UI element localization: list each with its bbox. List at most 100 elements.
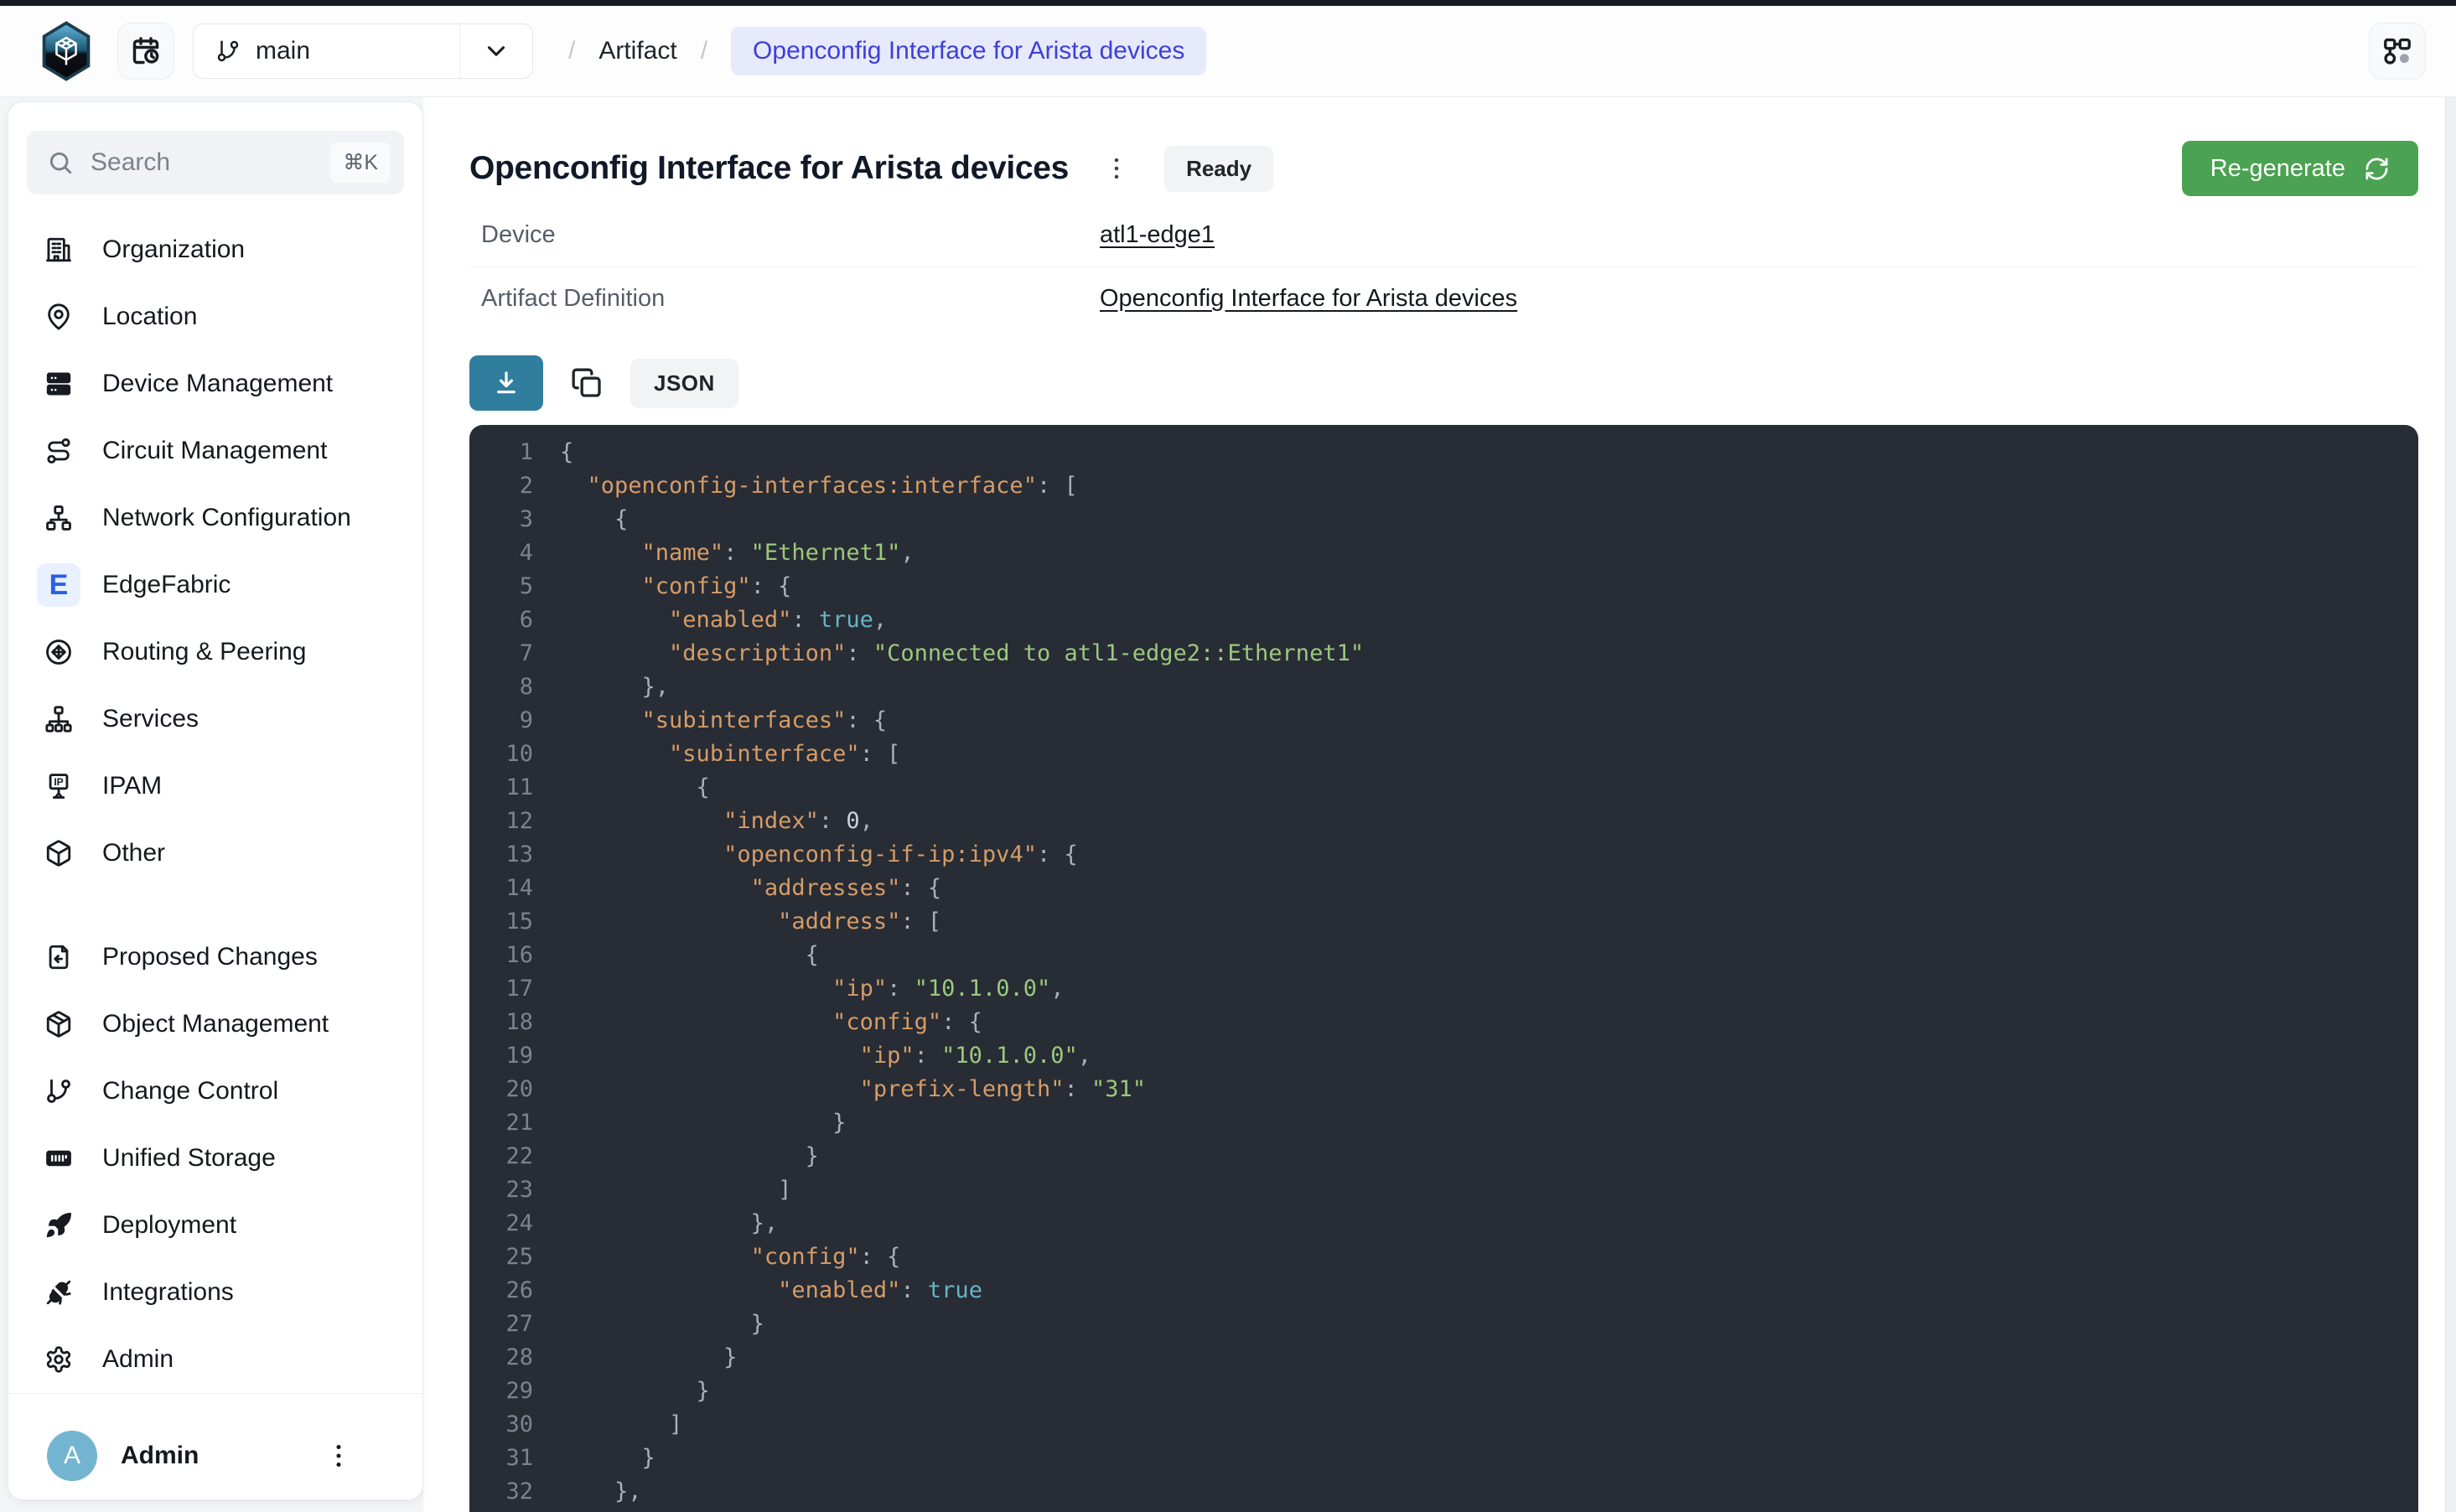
code-line: 16 { — [469, 939, 2418, 972]
line-number: 3 — [469, 503, 533, 536]
sidebar-item-admin[interactable]: Admin — [27, 1326, 404, 1393]
code-viewer[interactable]: 1{2 "openconfig-interfaces:interface": [… — [469, 425, 2418, 1512]
sidebar-item-unified-storage[interactable]: Unified Storage — [27, 1125, 404, 1192]
regenerate-label: Re-generate — [2210, 155, 2345, 183]
sidebar-item-routing-peering[interactable]: Routing & Peering — [27, 619, 404, 686]
box-icon — [37, 831, 80, 875]
page-title: Openconfig Interface for Arista devices — [469, 150, 1069, 187]
breadcrumb: / Artifact / Openconfig Interface for Ar… — [568, 27, 1206, 75]
app-logo-icon[interactable] — [39, 21, 94, 81]
search-field[interactable]: ⌘K — [27, 131, 404, 194]
code-line: 12 "index": 0, — [469, 805, 2418, 838]
line-number: 10 — [469, 738, 533, 771]
apps-grid-icon — [2381, 35, 2413, 67]
sidebar-item-label: Network Configuration — [102, 504, 351, 532]
code-line: 15 "address": [ — [469, 905, 2418, 939]
field-value-link[interactable]: Openconfig Interface for Arista devices — [1100, 285, 1517, 313]
user-menu-button[interactable] — [324, 1441, 354, 1471]
breadcrumb-separator: / — [568, 37, 575, 65]
code-line: 21 } — [469, 1106, 2418, 1140]
sidebar-item-label: Organization — [102, 236, 245, 264]
line-number: 26 — [469, 1274, 533, 1307]
breadcrumb-current[interactable]: Openconfig Interface for Arista devices — [731, 27, 1206, 75]
line-number: 6 — [469, 603, 533, 637]
line-number: 15 — [469, 905, 533, 939]
download-icon — [492, 369, 521, 397]
code-line: 11 { — [469, 771, 2418, 805]
sidebar-item-proposed-changes[interactable]: Proposed Changes — [27, 924, 404, 991]
sidebar-item-deployment[interactable]: Deployment — [27, 1192, 404, 1259]
chevron-down-icon — [482, 37, 510, 65]
router-icon — [37, 630, 80, 674]
code-text: "address": [ — [560, 905, 941, 939]
code-line: 29 } — [469, 1375, 2418, 1408]
avatar: A — [47, 1431, 97, 1481]
map-pin-icon — [37, 295, 80, 339]
code-line: 22 } — [469, 1140, 2418, 1173]
code-line: 24 }, — [469, 1207, 2418, 1240]
sidebar-item-circuit-management[interactable]: Circuit Management — [27, 417, 404, 484]
sidebar-item-ipam[interactable]: IPIPAM — [27, 753, 404, 820]
search-shortcut-badge: ⌘K — [330, 142, 391, 183]
copy-button[interactable] — [565, 366, 609, 400]
line-number: 9 — [469, 704, 533, 738]
sidebar-item-services[interactable]: Services — [27, 686, 404, 753]
sidebar-item-location[interactable]: Location — [27, 283, 404, 350]
sidebar-item-other[interactable]: Other — [27, 820, 404, 887]
code-text: } — [560, 1341, 737, 1375]
code-text: "ip": "10.1.0.0", — [560, 972, 1064, 1006]
page-scrollbar[interactable] — [2445, 97, 2456, 1512]
title-menu-button[interactable] — [1102, 154, 1131, 183]
code-text: { — [560, 436, 573, 469]
code-line: 27 } — [469, 1307, 2418, 1341]
branch-selector[interactable]: main — [193, 23, 533, 79]
code-text: ] — [560, 1173, 791, 1207]
snapshot-date-button[interactable] — [117, 23, 174, 80]
git-branch-icon — [37, 1069, 80, 1113]
download-button[interactable] — [469, 355, 543, 411]
sidebar: ⌘K Organization Location Device Management… — [8, 101, 423, 1500]
code-text: "enabled": true, — [560, 603, 887, 637]
code-line: 18 "config": { — [469, 1006, 2418, 1039]
code-line: 3 { — [469, 503, 2418, 536]
user-name: Admin — [121, 1442, 199, 1470]
code-text: "openconfig-if-ip:ipv4": { — [560, 838, 1078, 872]
sidebar-item-network-configuration[interactable]: Network Configuration — [27, 484, 404, 551]
line-number: 23 — [469, 1173, 533, 1207]
storage-icon — [37, 1137, 80, 1180]
code-text: }, — [560, 671, 669, 704]
code-text: } — [560, 1106, 846, 1140]
line-number: 21 — [469, 1106, 533, 1140]
sidebar-item-label: EdgeFabric — [102, 571, 231, 599]
code-text: "openconfig-interfaces:interface": [ — [560, 469, 1078, 503]
sidebar-item-organization[interactable]: Organization — [27, 216, 404, 283]
branch-name: main — [256, 37, 310, 65]
sidebar-item-label: Device Management — [102, 370, 333, 398]
line-number: 11 — [469, 771, 533, 805]
regenerate-button[interactable]: Re-generate — [2182, 141, 2418, 196]
sidebar-item-device-management[interactable]: Device Management — [27, 350, 404, 417]
line-number: 2 — [469, 469, 533, 503]
sidebar-item-change-control[interactable]: Change Control — [27, 1058, 404, 1125]
sidebar-item-integrations[interactable]: Integrations — [27, 1259, 404, 1326]
sidebar-item-label: Proposed Changes — [102, 943, 318, 971]
line-number: 30 — [469, 1408, 533, 1442]
sidebar-item-label: Location — [102, 303, 197, 331]
code-text: } — [560, 1442, 655, 1475]
code-line: 8 }, — [469, 671, 2418, 704]
sidebar-item-label: Routing & Peering — [102, 638, 307, 666]
sidebar-item-object-management[interactable]: Object Management — [27, 991, 404, 1058]
code-text: "config": { — [560, 570, 791, 603]
field-value-link[interactable]: atl1-edge1 — [1100, 221, 1215, 249]
file-diff-icon — [37, 935, 80, 979]
svg-text:IP: IP — [54, 776, 63, 788]
search-input[interactable] — [91, 148, 313, 177]
code-line: 19 "ip": "10.1.0.0", — [469, 1039, 2418, 1073]
breadcrumb-item-artifact[interactable]: Artifact — [598, 37, 676, 65]
code-text: "subinterfaces": { — [560, 704, 887, 738]
detail-fields: Deviceatl1-edge1Artifact DefinitionOpenc… — [469, 203, 2418, 330]
workflow-apps-button[interactable] — [2369, 23, 2426, 80]
code-line: 2 "openconfig-interfaces:interface": [ — [469, 469, 2418, 503]
sidebar-item-edgefabric[interactable]: EEdgeFabric — [27, 551, 404, 619]
code-text: "name": "Ethernet1", — [560, 536, 915, 570]
